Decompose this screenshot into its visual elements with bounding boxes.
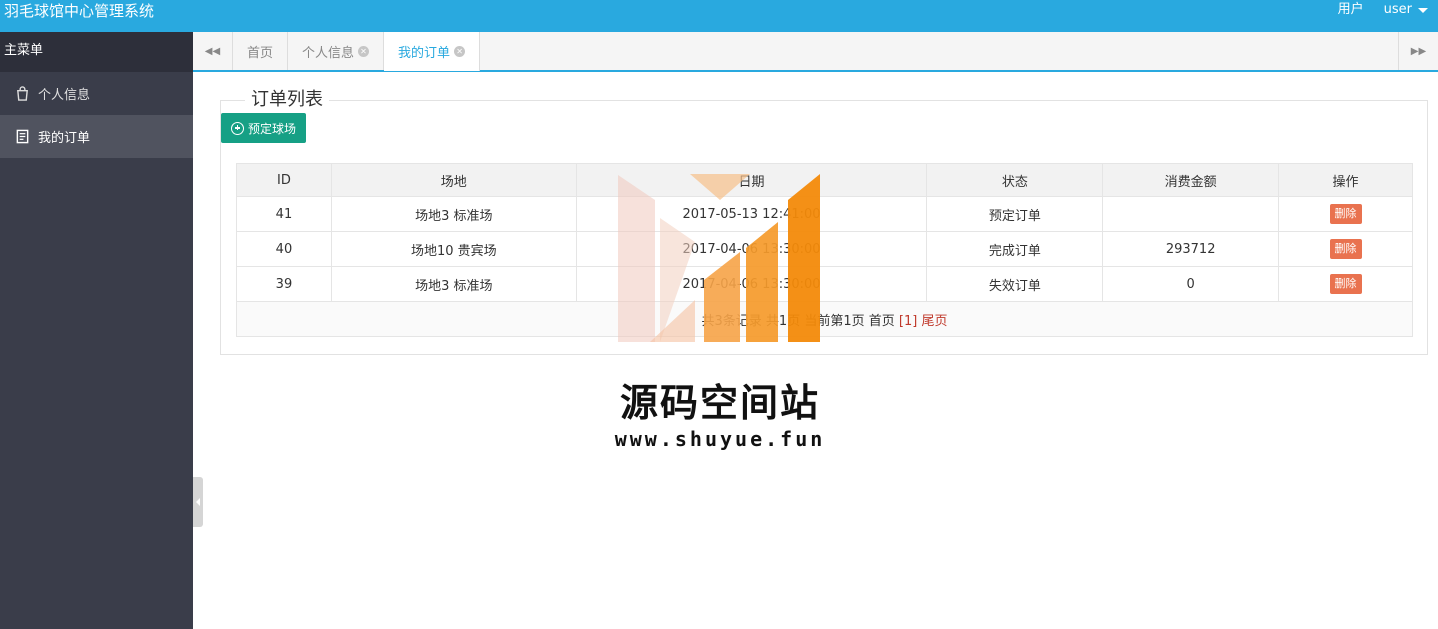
close-icon[interactable]: ✕ [358, 45, 370, 57]
double-chevron-right-icon: ▶▶ [1410, 45, 1427, 57]
pager-current-page[interactable]: [1] [899, 314, 917, 329]
column-header-venue: 场地 [330, 163, 577, 197]
tab-bar: ◀◀ 首页 个人信息 ✕ 我的订单 ✕ ▶▶ [193, 32, 1438, 72]
tab-scroll-left-button[interactable]: ◀◀ [193, 32, 233, 70]
sidebar-item-orders[interactable]: 我的订单 [0, 115, 193, 158]
double-chevron-left-icon: ◀◀ [204, 45, 221, 57]
caret-down-icon [1418, 7, 1428, 13]
app-title: 羽毛球馆中心管理系统 [4, 2, 155, 20]
cell-status: 失效订单 [926, 266, 1104, 302]
cell-status: 预定订单 [926, 196, 1104, 232]
user-area: 用户 user [1338, 0, 1428, 20]
sidebar-collapse-handle[interactable] [193, 477, 203, 527]
column-header-amount: 消费金额 [1102, 163, 1280, 197]
tab-label: 首页 [247, 45, 274, 61]
pager-last-link[interactable]: 尾页 [921, 314, 947, 329]
cell-action: 删除 [1278, 196, 1413, 232]
user-label: 用户 [1337, 2, 1364, 17]
column-header-action: 操作 [1278, 163, 1413, 197]
cell-id: 40 [236, 231, 332, 267]
column-header-id: ID [236, 163, 332, 197]
cell-status: 完成订单 [926, 231, 1104, 267]
cell-venue: 场地10 贵宾场 [330, 231, 577, 267]
top-header: 羽毛球馆中心管理系统 用户 user [0, 0, 1438, 32]
cell-venue: 场地3 标准场 [330, 196, 577, 232]
cell-id: 41 [236, 196, 332, 232]
document-icon [14, 129, 30, 145]
column-header-status: 状态 [926, 163, 1104, 197]
watermark-url: www.shuyue.fun [614, 427, 826, 451]
cell-amount [1102, 196, 1280, 232]
book-court-button[interactable]: 预定球场 [221, 113, 307, 143]
tabs: 首页 个人信息 ✕ 我的订单 ✕ [233, 32, 481, 71]
bag-icon [14, 86, 30, 102]
sidebar-item-profile[interactable]: 个人信息 [0, 72, 193, 115]
book-court-label: 预定球场 [248, 121, 297, 136]
tab-scroll-right-button[interactable]: ▶▶ [1398, 32, 1438, 70]
pager-first-link[interactable]: 首页 [869, 314, 895, 329]
chevron-left-icon [196, 498, 200, 506]
cell-id: 39 [236, 266, 332, 302]
sidebar-item-label: 我的订单 [38, 131, 91, 146]
watermark-title: 源码空间站 [619, 381, 820, 425]
cell-action: 删除 [1278, 266, 1413, 302]
cell-action: 删除 [1278, 231, 1413, 267]
user-menu[interactable]: user [1384, 0, 1428, 20]
username: user [1383, 2, 1412, 17]
tab-label: 个人信息 [302, 45, 355, 61]
tab-label: 我的订单 [398, 46, 451, 61]
tab-orders[interactable]: 我的订单 ✕ [384, 32, 481, 71]
panel-legend: 订单列表 [245, 89, 329, 111]
delete-button[interactable]: 删除 [1329, 274, 1362, 294]
sidebar: 主菜单 个人信息 我的订单 [0, 32, 193, 629]
cell-venue: 场地3 标准场 [330, 266, 577, 302]
tab-home[interactable]: 首页 [233, 32, 289, 70]
cell-amount: 0 [1102, 266, 1280, 302]
cell-amount: 293712 [1102, 231, 1280, 267]
tab-profile[interactable]: 个人信息 ✕ [288, 32, 385, 70]
sidebar-title: 主菜单 [0, 32, 193, 72]
delete-button[interactable]: 删除 [1329, 239, 1362, 259]
close-icon[interactable]: ✕ [454, 46, 466, 57]
plus-circle-icon [231, 121, 244, 135]
watermark-logo-icon [618, 174, 820, 342]
delete-button[interactable]: 删除 [1329, 204, 1362, 224]
sidebar-item-label: 个人信息 [38, 88, 91, 103]
